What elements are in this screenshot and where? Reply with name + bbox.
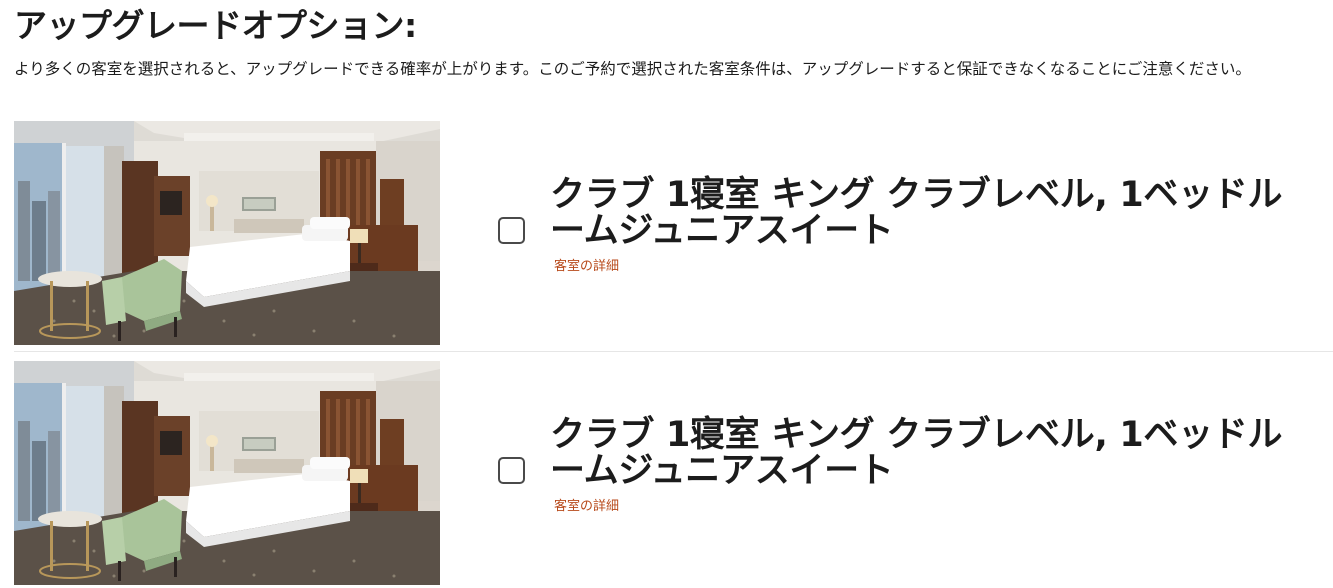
room-select-checkbox[interactable] xyxy=(498,457,525,484)
room-details-link[interactable]: 客室の詳細 xyxy=(554,499,619,515)
room-option: クラブ 1寝室 キング クラブレベル, 1ベッドルームジュニアスイート 客室の詳… xyxy=(14,361,1333,585)
room-name: クラブ 1寝室 キング クラブレベル, 1ベッドルームジュニアスイート xyxy=(550,175,1283,251)
upgrade-description: より多くの客室を選択されると、アップグレードできる確率が上がります。このご予約で… xyxy=(14,60,1251,78)
room-name: クラブ 1寝室 キング クラブレベル, 1ベッドルームジュニアスイート xyxy=(550,415,1283,491)
page-title: アップグレードオプション: xyxy=(14,6,417,45)
room-photo xyxy=(14,121,440,345)
room-photo xyxy=(14,361,440,585)
room-select-checkbox[interactable] xyxy=(498,217,525,244)
room-details-link[interactable]: 客室の詳細 xyxy=(554,259,619,275)
room-option: クラブ 1寝室 キング クラブレベル, 1ベッドルームジュニアスイート 客室の詳… xyxy=(14,121,1333,345)
room-divider xyxy=(14,351,1333,352)
upgrade-options-page: アップグレードオプション: より多くの客室を選択されると、アップグレードできる確… xyxy=(0,0,1333,588)
